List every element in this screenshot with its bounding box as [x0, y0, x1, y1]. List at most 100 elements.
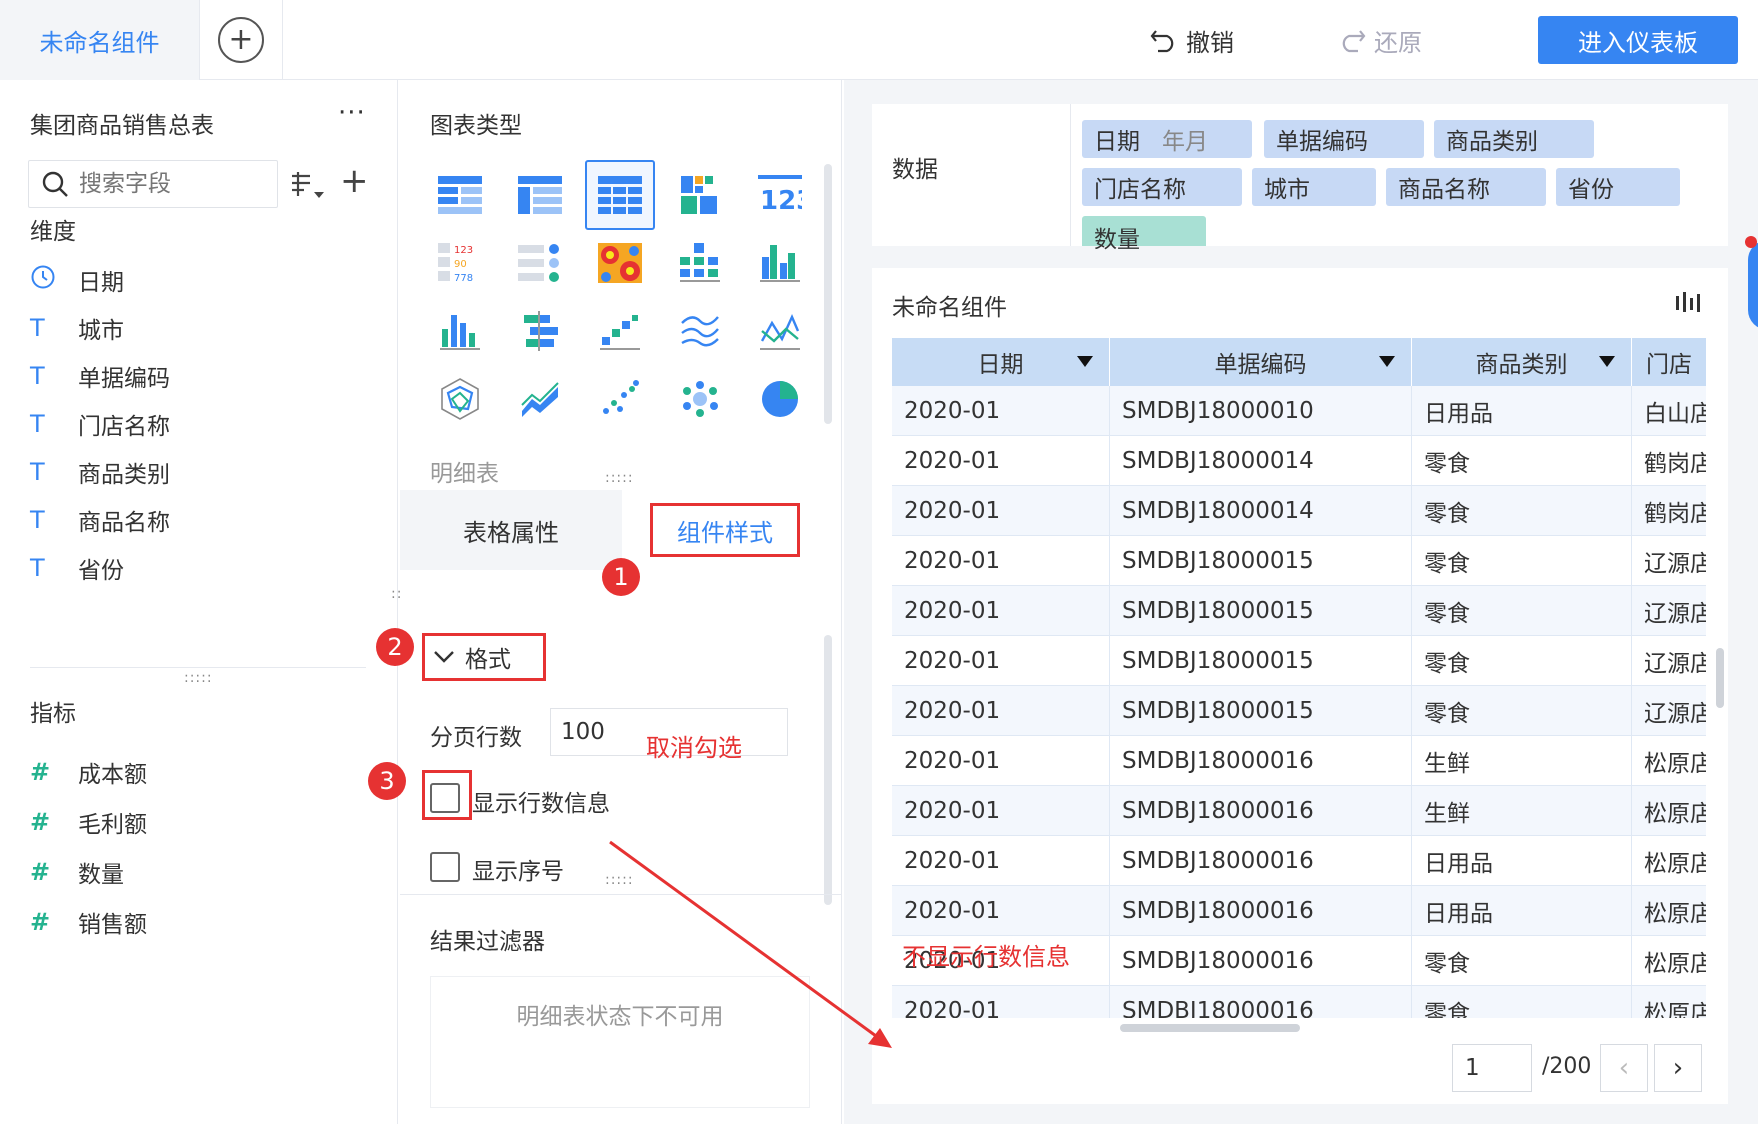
side-float-button[interactable] [1748, 240, 1758, 330]
enter-dashboard-button[interactable]: 进入仪表板 [1538, 16, 1738, 64]
chart-type-indicator-table-icon[interactable] [505, 228, 575, 298]
dimension-field[interactable]: T 省份 [30, 550, 124, 586]
field-pill[interactable]: 城市 [1252, 168, 1376, 206]
chart-type-bar-icon[interactable] [425, 296, 495, 366]
table-row[interactable]: 2020-01SMDBJ18000010日用品白山店 [892, 386, 1706, 436]
chart-toggle-icon[interactable] [1674, 290, 1706, 314]
field-pill[interactable]: 商品类别 [1434, 120, 1594, 158]
table-row[interactable]: 2020-01SMDBJ18000015零食辽源店 [892, 536, 1706, 586]
dimension-field[interactable]: T 商品名称 [30, 502, 170, 538]
chart-type-line-icon[interactable] [745, 296, 815, 366]
show-row-count-checkbox[interactable] [430, 783, 460, 813]
dimension-field[interactable]: 日期 [30, 262, 124, 298]
prev-page-button[interactable]: ‹ [1600, 1044, 1648, 1092]
chart-type-cross-table-icon[interactable] [505, 160, 575, 230]
column-header[interactable]: 商品类别 [1412, 338, 1632, 386]
column-header[interactable]: 单据编码 [1110, 338, 1412, 386]
field-pill[interactable]: 省份 [1556, 168, 1680, 206]
undo-icon [1150, 30, 1174, 53]
table-cell: SMDBJ18000014 [1110, 486, 1412, 536]
chart-type-radar-icon[interactable] [425, 364, 495, 434]
tab-unnamed-component[interactable]: 未命名组件 [0, 0, 200, 80]
dimension-field[interactable]: T 门店名称 [30, 406, 170, 442]
field-pill[interactable]: 单据编码 [1264, 120, 1424, 158]
field-pill-date[interactable]: 日期 年月 [1082, 120, 1252, 158]
chart-type-detail-table-icon[interactable] [585, 160, 655, 230]
table-row[interactable]: 2020-01SMDBJ18000016日用品松原店 [892, 886, 1706, 936]
chart-type-heatmap-icon[interactable] [585, 228, 655, 298]
svg-text:90: 90 [454, 259, 467, 270]
field-pill[interactable]: 门店名称 [1082, 168, 1242, 206]
show-index-checkbox[interactable] [430, 852, 460, 882]
chart-type-area-lines-icon[interactable] [665, 296, 735, 366]
table-horizontal-scrollbar[interactable] [1120, 1024, 1300, 1032]
column-header[interactable]: 日期 [892, 338, 1110, 386]
table-row[interactable]: 2020-01SMDBJ18000014零食鹤岗店 [892, 486, 1706, 536]
field-pill[interactable]: 商品名称 [1386, 168, 1546, 206]
chart-type-kpi-block-icon[interactable] [665, 160, 735, 230]
chart-type-waterfall-icon[interactable] [585, 296, 655, 366]
table-row[interactable]: 2020-01SMDBJ18000016日用品松原店 [892, 836, 1706, 886]
redo-button[interactable]: 还原 [1338, 22, 1422, 58]
sort-dropdown-icon[interactable] [1077, 356, 1093, 367]
table-row[interactable]: 2020-01SMDBJ18000015零食辽源店 [892, 636, 1706, 686]
measure-field[interactable]: # 成本额 [30, 754, 147, 790]
chart-type-bubble-cluster-icon[interactable] [665, 364, 735, 434]
table-cell: 2020-01 [892, 586, 1110, 636]
chart-type-grouped-bar-icon[interactable] [745, 228, 815, 298]
table-row[interactable]: 2020-01SMDBJ18000016零食松原店 [892, 986, 1706, 1018]
chevron-down-icon [434, 651, 454, 663]
table-row[interactable]: 2020-01SMDBJ18000014零食鹤岗店 [892, 436, 1706, 486]
table-cell: 松原店 [1632, 836, 1706, 886]
chart-type-color-table-icon[interactable]: 123 90 778 [425, 228, 495, 298]
measure-label: 成本额 [78, 762, 147, 788]
dimension-label: 日期 [78, 270, 124, 296]
next-page-button[interactable]: › [1654, 1044, 1702, 1092]
search-field-box[interactable] [28, 160, 278, 208]
dimension-field[interactable]: T 商品类别 [30, 454, 170, 490]
table-row[interactable]: 2020-01SMDBJ18000015零食辽源店 [892, 586, 1706, 636]
tab-table-properties[interactable]: 表格属性 [400, 490, 622, 570]
add-tab-button[interactable]: + [218, 17, 264, 63]
sort-dropdown-icon[interactable] [1599, 356, 1615, 367]
drag-handle-icon[interactable]: ::::: [184, 670, 213, 686]
measure-field[interactable]: # 毛利额 [30, 804, 147, 840]
column-header[interactable]: 门店 [1632, 338, 1706, 386]
table-vertical-scrollbar[interactable] [1716, 648, 1724, 708]
drag-handle-icon[interactable]: ::::: [605, 872, 634, 888]
text-type-icon: T [30, 410, 45, 438]
style-scrollbar[interactable] [824, 635, 832, 905]
dimension-field[interactable]: T 单据编码 [30, 358, 170, 394]
search-input[interactable] [79, 171, 259, 197]
measure-field[interactable]: # 数量 [30, 854, 124, 890]
sort-dropdown-icon[interactable] [1379, 356, 1395, 367]
page-number-input[interactable]: 1 [1452, 1044, 1532, 1092]
dimension-field[interactable]: T 城市 [30, 310, 124, 346]
undo-button[interactable]: 撤销 [1150, 22, 1234, 58]
table-row[interactable]: 2020-01SMDBJ18000016生鲜松原店 [892, 736, 1706, 786]
measure-pill[interactable]: 数量 [1082, 216, 1206, 253]
chart-type-stacked-bar-icon[interactable] [665, 228, 735, 298]
tab-component-style[interactable]: 组件样式 [650, 503, 800, 557]
chart-type-group-table-icon[interactable] [425, 160, 495, 230]
table-cell: 零食 [1412, 586, 1632, 636]
format-section-toggle[interactable]: 格式 [422, 633, 546, 681]
chart-type-range-area-icon[interactable] [505, 364, 575, 434]
dimension-label: 商品类别 [78, 462, 170, 488]
add-field-button[interactable]: + [340, 164, 369, 198]
table-row[interactable]: 2020-01SMDBJ18000016生鲜松原店 [892, 786, 1706, 836]
table-cell: SMDBJ18000016 [1110, 836, 1412, 886]
pill-label: 城市 [1264, 177, 1310, 203]
chart-type-number-icon[interactable]: 123 [745, 160, 815, 230]
chart-type-scatter-icon[interactable] [585, 364, 655, 434]
chart-type-scrollbar[interactable] [824, 164, 832, 424]
chart-type-pie-icon[interactable] [745, 364, 815, 434]
more-options-button[interactable]: ··· [338, 98, 366, 128]
table-row[interactable]: 2020-01SMDBJ18000015零食辽源店 [892, 686, 1706, 736]
chart-type-horizontal-bar-icon[interactable] [505, 296, 575, 366]
sort-filter-icon[interactable] [290, 172, 326, 202]
pill-label: 门店名称 [1094, 177, 1186, 203]
drag-handle-icon[interactable]: ::::: [605, 470, 634, 486]
column-header-label: 日期 [977, 352, 1024, 378]
measure-field[interactable]: # 销售额 [30, 904, 147, 940]
